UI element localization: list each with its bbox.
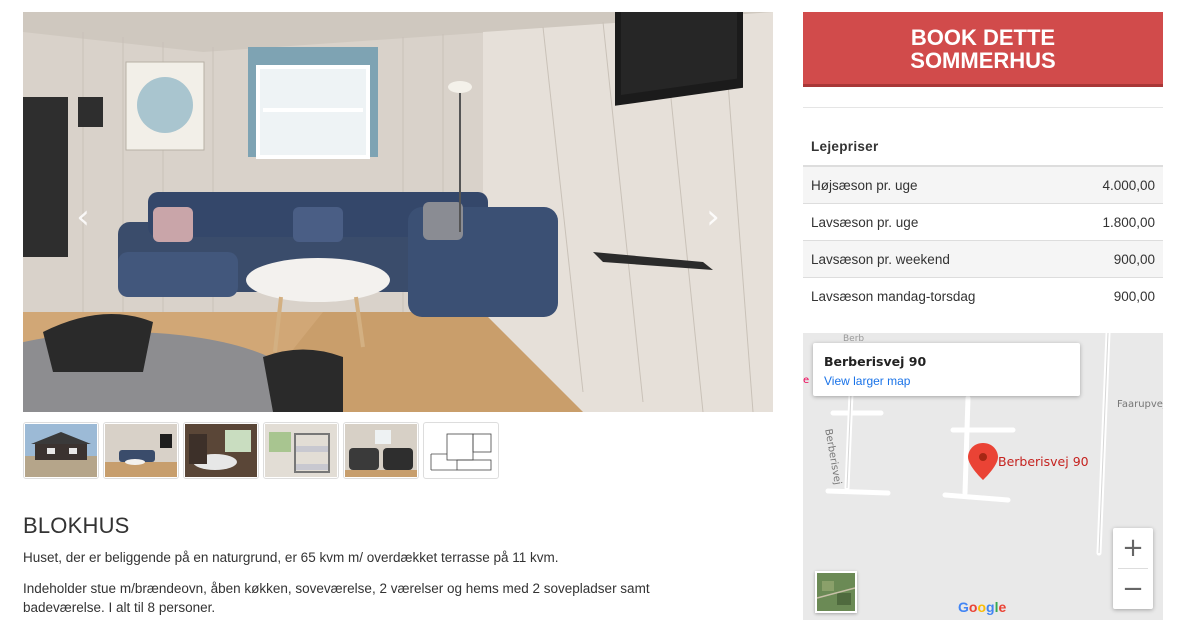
price-row: Lavsæson pr. uge 1.800,00: [803, 203, 1163, 241]
map-info-card: Berberisvej 90 View larger map: [813, 343, 1080, 396]
thumbnail-kitchen[interactable]: [183, 422, 259, 479]
price-label: Lavsæson pr. uge: [803, 203, 1064, 241]
google-logo: Google: [958, 599, 1007, 615]
price-value: 900,00: [1063, 240, 1163, 278]
map-card-title: Berberisvej 90: [824, 354, 927, 369]
living-room-photo: [105, 424, 177, 477]
price-row: Højsæson pr. uge 4.000,00: [803, 165, 1163, 204]
living-room-photo: [23, 12, 773, 412]
price-table: Lejepriser Højsæson pr. uge 4.000,00 Lav…: [803, 128, 1163, 314]
thumbnail-strip: [23, 422, 499, 479]
price-row: Lavsæson mandag-torsdag 900,00: [803, 277, 1163, 314]
bedroom-photo: [345, 424, 417, 477]
price-label: Lavsæson pr. weekend: [803, 240, 1064, 278]
map-pin-label: Berberisvej 90: [998, 454, 1089, 469]
listing-description-2: Indeholder stue m/brændeovn, åben køkken…: [23, 581, 650, 615]
zoom-out-button[interactable]: −: [1113, 569, 1153, 609]
house-exterior-photo: [25, 424, 97, 477]
prev-image-arrow[interactable]: ‹: [71, 200, 95, 234]
satellite-thumbnail-icon: [817, 573, 855, 611]
floor-plan-image: [425, 424, 497, 477]
price-value: 4.000,00: [1063, 165, 1163, 204]
price-label: Højsæson pr. uge: [803, 165, 1064, 204]
thumbnail-house-exterior[interactable]: [23, 422, 99, 479]
satellite-view-toggle[interactable]: [815, 571, 857, 613]
embedded-map[interactable]: e Berb Berberisvej Faarupvej Berberisvej…: [803, 333, 1163, 620]
book-house-button[interactable]: BOOK DETTE SOMMERHUS: [803, 12, 1163, 87]
main-photo: ‹ ›: [23, 12, 773, 412]
zoom-controls: + −: [1113, 528, 1153, 609]
thumbnail-bedroom[interactable]: [343, 422, 419, 479]
price-value: 1.800,00: [1063, 203, 1163, 241]
thumbnail-bunk-room[interactable]: [263, 422, 339, 479]
book-button-line1: BOOK DETTE: [910, 25, 1056, 50]
price-row: Lavsæson pr. weekend 900,00: [803, 240, 1163, 278]
thumbnail-floor-plan[interactable]: [423, 422, 499, 479]
view-larger-map-link[interactable]: View larger map: [824, 374, 910, 388]
price-label: Lavsæson mandag-torsdag: [803, 277, 1064, 314]
svg-text:e: e: [803, 375, 809, 386]
price-table-header: Lejepriser: [803, 128, 1163, 167]
thumbnail-living-room[interactable]: [103, 422, 179, 479]
next-image-arrow[interactable]: ›: [701, 200, 725, 234]
street-label: Faarupvej: [1117, 399, 1163, 410]
bunk-room-photo: [265, 424, 337, 477]
zoom-in-button[interactable]: +: [1113, 528, 1153, 568]
divider: [803, 107, 1163, 108]
listing-title: BLOKHUS: [23, 513, 130, 538]
price-value: 900,00: [1063, 277, 1163, 314]
book-button-line2: SOMMERHUS: [910, 48, 1056, 73]
kitchen-photo: [185, 424, 257, 477]
listing-description-1: Huset, der er beliggende på en naturgrun…: [23, 550, 559, 565]
